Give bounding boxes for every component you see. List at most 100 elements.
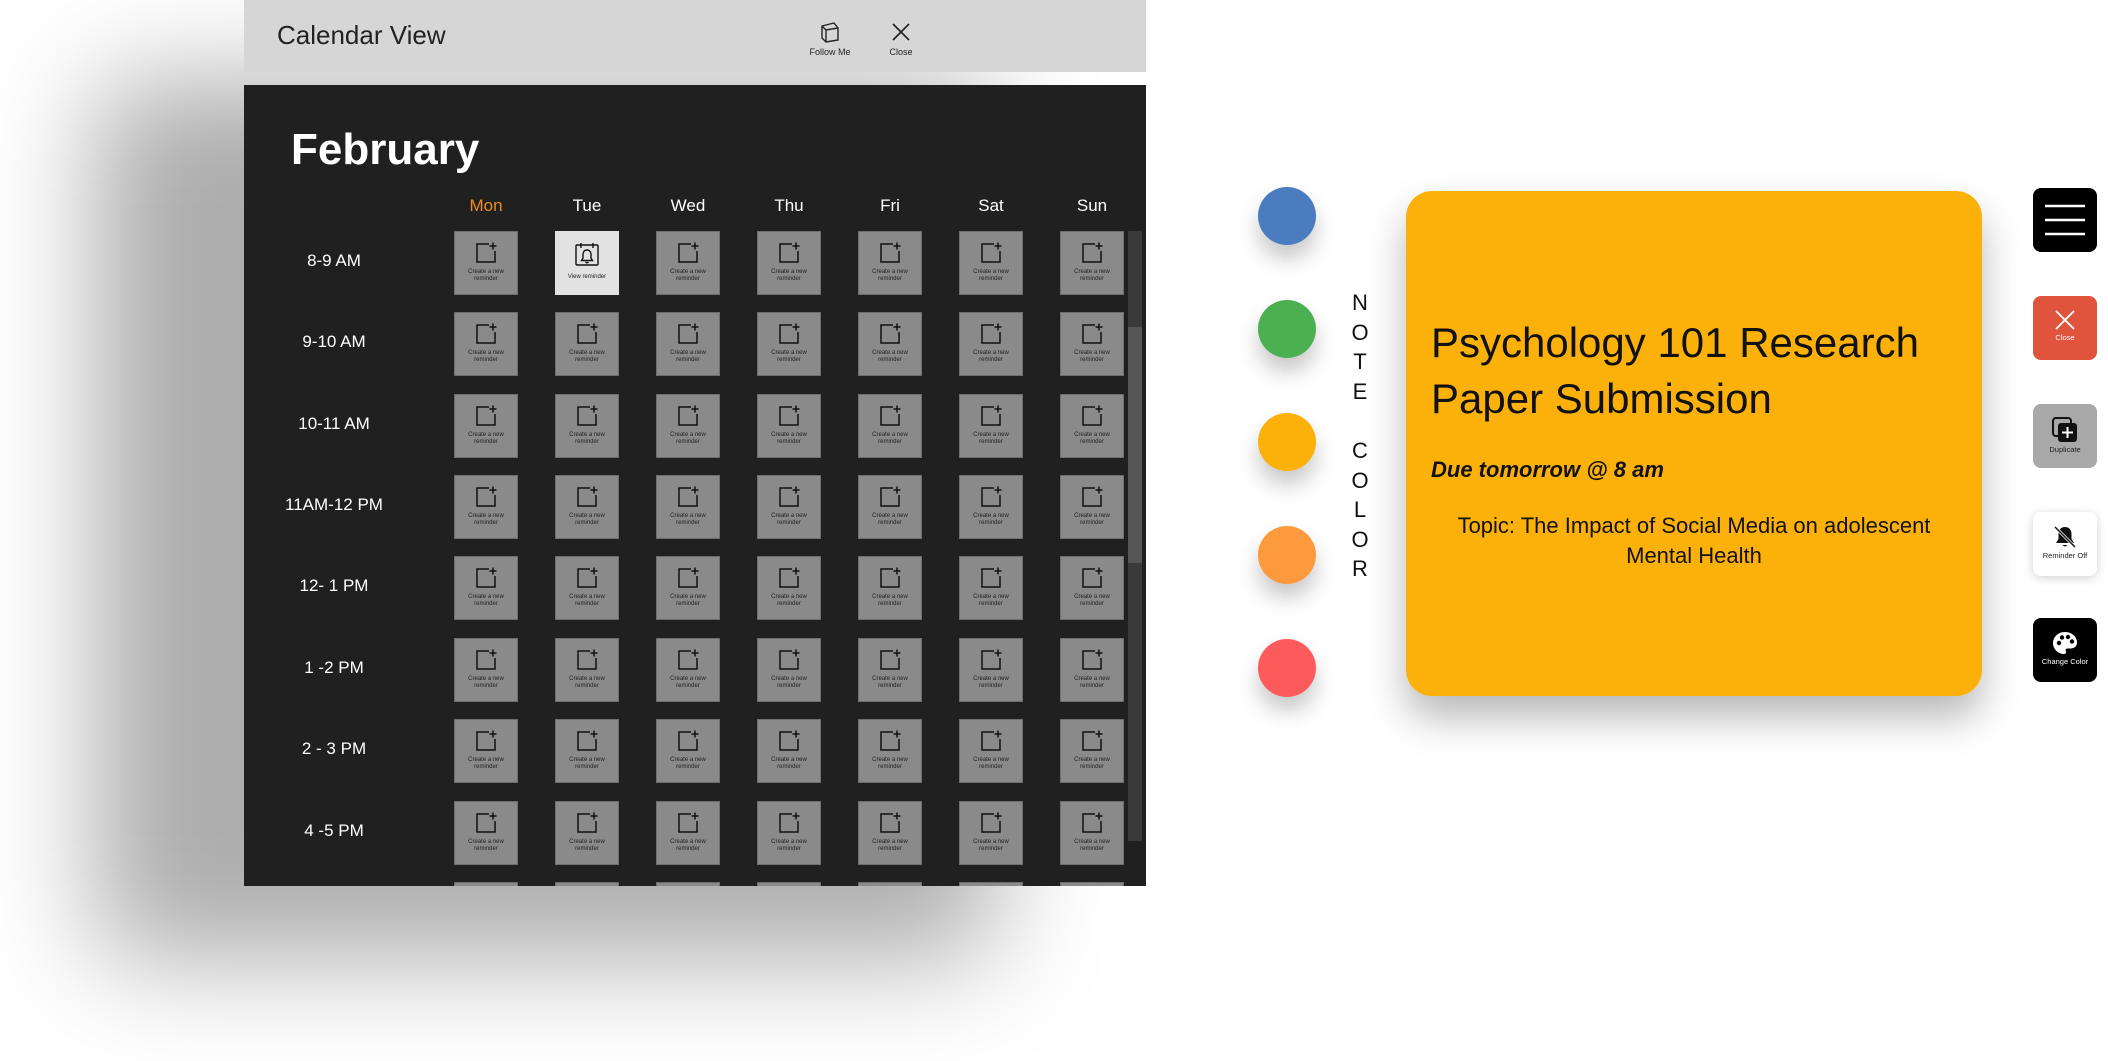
create-reminder-slot[interactable]: Create a new reminder xyxy=(555,312,619,376)
menu-button[interactable] xyxy=(2033,188,2097,252)
create-reminder-slot[interactable]: Create a new reminder xyxy=(959,801,1023,865)
note-close-button[interactable]: Close xyxy=(2033,296,2097,360)
create-reminder-slot[interactable]: Create a new reminder xyxy=(757,312,821,376)
color-swatch-green[interactable] xyxy=(1258,300,1316,358)
create-reminder-slot[interactable]: Create a new reminder xyxy=(656,882,720,886)
change-color-button[interactable]: Change Color xyxy=(2033,618,2097,682)
add-reminder-icon xyxy=(577,730,598,751)
slot-label: Create a new reminder xyxy=(771,513,807,526)
create-reminder-slot[interactable]: Create a new reminder xyxy=(959,475,1023,539)
create-reminder-slot[interactable]: Create a new reminder xyxy=(757,719,821,783)
duplicate-button[interactable]: Duplicate xyxy=(2033,404,2097,468)
create-reminder-slot[interactable]: Create a new reminder xyxy=(1060,475,1124,539)
create-reminder-slot[interactable]: Create a new reminder xyxy=(757,882,821,886)
view-reminder-slot[interactable]: View reminder xyxy=(555,231,619,295)
create-reminder-slot[interactable]: Create a new reminder xyxy=(555,801,619,865)
create-reminder-slot[interactable]: Create a new reminder xyxy=(858,638,922,702)
note-card[interactable]: Psychology 101 Research Paper Submission… xyxy=(1406,191,1982,696)
create-reminder-slot[interactable]: Create a new reminder xyxy=(656,394,720,458)
close-button[interactable]: Close xyxy=(871,20,931,57)
create-reminder-slot[interactable]: Create a new reminder xyxy=(959,231,1023,295)
add-reminder-icon xyxy=(577,649,598,670)
close-label: Close xyxy=(889,47,913,57)
create-reminder-slot[interactable]: Create a new reminder xyxy=(454,312,518,376)
create-reminder-slot[interactable]: Create a new reminder xyxy=(1060,638,1124,702)
create-reminder-slot[interactable]: Create a new reminder xyxy=(1060,556,1124,620)
create-reminder-slot[interactable]: Create a new reminder xyxy=(858,719,922,783)
create-reminder-slot[interactable]: Create a new reminder xyxy=(656,638,720,702)
slot-label: Create a new reminder xyxy=(771,676,807,689)
add-reminder-icon xyxy=(880,649,901,670)
create-reminder-slot[interactable]: Create a new reminder xyxy=(959,638,1023,702)
create-reminder-slot[interactable]: Create a new reminder xyxy=(656,312,720,376)
create-reminder-slot[interactable]: Create a new reminder xyxy=(454,801,518,865)
slot-label: Create a new reminder xyxy=(1074,432,1110,445)
create-reminder-slot[interactable]: Create a new reminder xyxy=(757,556,821,620)
create-reminder-slot[interactable]: Create a new reminder xyxy=(757,801,821,865)
create-reminder-slot[interactable]: Create a new reminder xyxy=(555,475,619,539)
create-reminder-slot[interactable]: Create a new reminder xyxy=(454,882,518,886)
create-reminder-slot[interactable]: Create a new reminder xyxy=(454,719,518,783)
create-reminder-slot[interactable]: Create a new reminder xyxy=(757,638,821,702)
add-reminder-icon xyxy=(577,486,598,507)
create-reminder-slot[interactable]: Create a new reminder xyxy=(454,638,518,702)
scrollbar[interactable] xyxy=(1128,231,1142,841)
create-reminder-slot[interactable]: Create a new reminder xyxy=(656,475,720,539)
create-reminder-slot[interactable]: Create a new reminder xyxy=(757,231,821,295)
create-reminder-slot[interactable]: Create a new reminder xyxy=(555,882,619,886)
create-reminder-slot[interactable]: Create a new reminder xyxy=(1060,231,1124,295)
create-reminder-slot[interactable]: Create a new reminder xyxy=(656,231,720,295)
time-slot-label: 9-10 AM xyxy=(302,332,366,351)
create-reminder-slot[interactable]: Create a new reminder xyxy=(555,638,619,702)
add-reminder-icon xyxy=(981,486,1002,507)
create-reminder-slot[interactable]: Create a new reminder xyxy=(757,475,821,539)
create-reminder-slot[interactable]: Create a new reminder xyxy=(454,475,518,539)
add-reminder-icon xyxy=(981,323,1002,344)
color-swatch-yellow[interactable] xyxy=(1258,413,1316,471)
create-reminder-slot[interactable]: Create a new reminder xyxy=(858,882,922,886)
color-swatch-orange[interactable] xyxy=(1258,526,1316,584)
add-reminder-icon xyxy=(476,486,497,507)
change-color-label: Change Color xyxy=(2041,657,2089,666)
follow-me-button[interactable]: Follow Me xyxy=(800,20,860,57)
create-reminder-slot[interactable]: Create a new reminder xyxy=(858,394,922,458)
create-reminder-slot[interactable]: Create a new reminder xyxy=(454,394,518,458)
create-reminder-slot[interactable]: Create a new reminder xyxy=(454,231,518,295)
day-header-sun: Sun xyxy=(1076,196,1108,215)
create-reminder-slot[interactable]: Create a new reminder xyxy=(959,556,1023,620)
reminder-off-button[interactable]: Reminder Off xyxy=(2033,512,2097,576)
create-reminder-slot[interactable]: Create a new reminder xyxy=(1060,312,1124,376)
create-reminder-slot[interactable]: Create a new reminder xyxy=(1060,882,1124,886)
create-reminder-slot[interactable]: Create a new reminder xyxy=(454,556,518,620)
color-swatch-blue[interactable] xyxy=(1258,187,1316,245)
create-reminder-slot[interactable]: Create a new reminder xyxy=(656,556,720,620)
create-reminder-slot[interactable]: Create a new reminder xyxy=(858,312,922,376)
slot-label: Create a new reminder xyxy=(771,594,807,607)
create-reminder-slot[interactable]: Create a new reminder xyxy=(959,882,1023,886)
scrollbar-thumb[interactable] xyxy=(1128,327,1142,563)
slot-label: Create a new reminder xyxy=(468,594,504,607)
add-reminder-icon xyxy=(678,649,699,670)
add-reminder-icon xyxy=(577,812,598,833)
create-reminder-slot[interactable]: Create a new reminder xyxy=(1060,394,1124,458)
create-reminder-slot[interactable]: Create a new reminder xyxy=(858,475,922,539)
slot-label: Create a new reminder xyxy=(569,676,605,689)
add-reminder-icon xyxy=(678,812,699,833)
create-reminder-slot[interactable]: Create a new reminder xyxy=(858,231,922,295)
create-reminder-slot[interactable]: Create a new reminder xyxy=(1060,719,1124,783)
create-reminder-slot[interactable]: Create a new reminder xyxy=(555,394,619,458)
create-reminder-slot[interactable]: Create a new reminder xyxy=(959,394,1023,458)
create-reminder-slot[interactable]: Create a new reminder xyxy=(656,801,720,865)
color-swatch-red[interactable] xyxy=(1258,639,1316,697)
create-reminder-slot[interactable]: Create a new reminder xyxy=(1060,801,1124,865)
create-reminder-slot[interactable]: Create a new reminder xyxy=(858,801,922,865)
slot-label: Create a new reminder xyxy=(1074,594,1110,607)
slot-label: Create a new reminder xyxy=(872,676,908,689)
create-reminder-slot[interactable]: Create a new reminder xyxy=(757,394,821,458)
create-reminder-slot[interactable]: Create a new reminder xyxy=(555,556,619,620)
create-reminder-slot[interactable]: Create a new reminder xyxy=(858,556,922,620)
create-reminder-slot[interactable]: Create a new reminder xyxy=(959,719,1023,783)
create-reminder-slot[interactable]: Create a new reminder xyxy=(555,719,619,783)
create-reminder-slot[interactable]: Create a new reminder xyxy=(656,719,720,783)
create-reminder-slot[interactable]: Create a new reminder xyxy=(959,312,1023,376)
